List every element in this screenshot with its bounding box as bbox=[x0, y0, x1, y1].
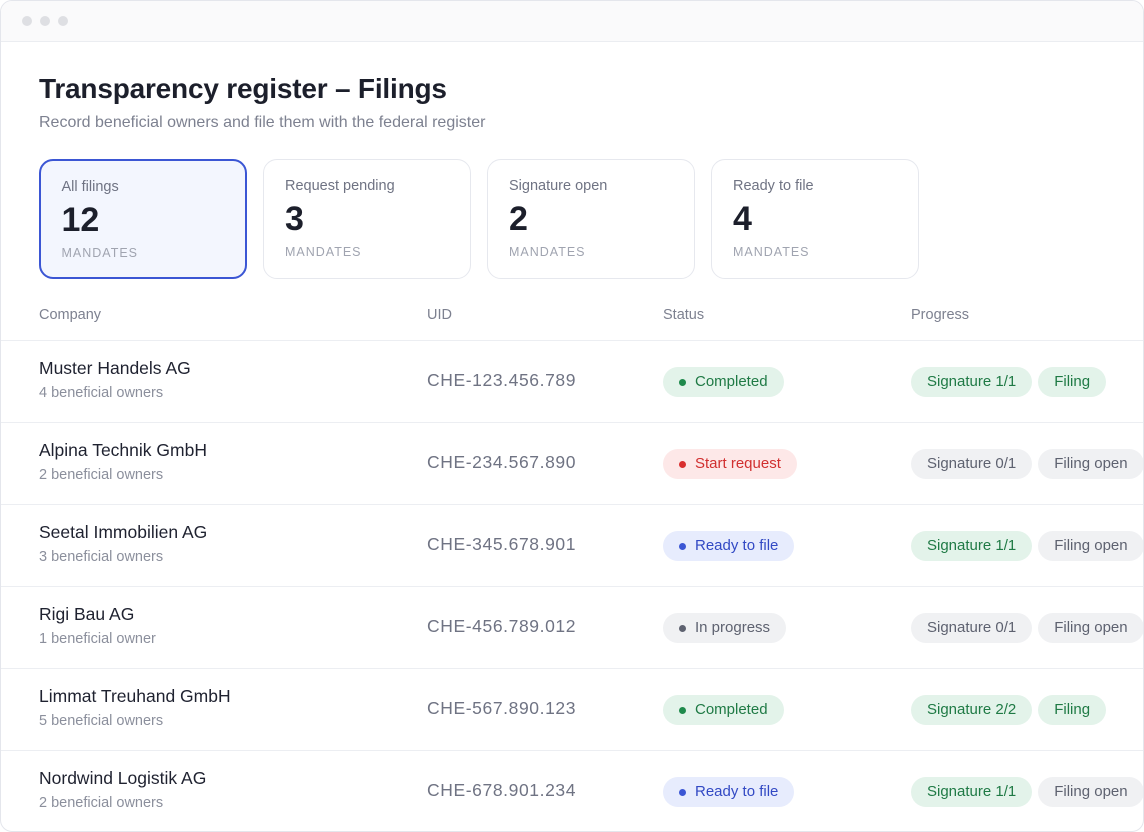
progress-steps: Signature 2/2 Filing bbox=[911, 695, 1112, 725]
beneficial-owners-count: 2 beneficial owners bbox=[39, 795, 164, 811]
filing-step-pill: Filing open bbox=[1038, 531, 1143, 561]
table-row[interactable]: Muster Handels AG 4 beneficial owners CHE-… bbox=[1, 341, 1143, 423]
card-label: Ready to file bbox=[733, 178, 814, 194]
window-minimize-dot[interactable] bbox=[40, 16, 50, 26]
status-badge[interactable]: Completed bbox=[663, 367, 784, 397]
column-header-uid[interactable]: UID bbox=[427, 307, 452, 323]
card-unit: MANDATES bbox=[285, 245, 362, 259]
status-dot-icon bbox=[679, 460, 686, 468]
card-label: Signature open bbox=[509, 178, 608, 194]
company-uid: CHE-345.678.901 bbox=[427, 534, 577, 554]
filter-card-all-filings[interactable]: All filings 12 MANDATES bbox=[39, 159, 247, 279]
status-label: Completed bbox=[695, 701, 768, 718]
company-name[interactable]: Nordwind Logistik AG bbox=[39, 768, 206, 789]
status-dot-icon bbox=[679, 378, 686, 386]
status-dot-icon bbox=[679, 542, 686, 550]
status-badge[interactable]: Ready to file bbox=[663, 531, 795, 561]
progress-steps: Signature 1/1 Filing open bbox=[911, 777, 1143, 807]
card-count: 12 bbox=[61, 201, 100, 239]
progress-steps: Signature 0/1 Filing open bbox=[911, 613, 1143, 643]
app-window: Transparency register – Filings Record b… bbox=[0, 0, 1144, 832]
beneficial-owners-count: 3 beneficial owners bbox=[39, 549, 164, 565]
table-row[interactable]: Limmat Treuhand GmbH 5 beneficial owners C… bbox=[1, 669, 1143, 751]
signature-step-pill: Signature 1/1 bbox=[911, 367, 1033, 397]
company-uid: CHE-234.567.890 bbox=[427, 452, 577, 472]
signature-step-pill: Signature 1/1 bbox=[911, 777, 1033, 807]
progress-steps: Signature 0/1 Filing open bbox=[911, 449, 1143, 479]
window-close-dot[interactable] bbox=[22, 16, 32, 26]
card-unit: MANDATES bbox=[61, 246, 139, 260]
column-header-company[interactable]: Company bbox=[39, 307, 101, 323]
table-header: Company UID Status Progress bbox=[1, 301, 1143, 341]
status-dot-icon bbox=[679, 706, 686, 714]
status-dot-icon bbox=[679, 788, 686, 796]
beneficial-owners-count: 4 beneficial owners bbox=[39, 385, 164, 401]
filter-card-signature-open[interactable]: Signature open 2 MANDATES bbox=[487, 159, 695, 279]
beneficial-owners-count: 2 beneficial owners bbox=[39, 467, 164, 483]
company-uid: CHE-567.890.123 bbox=[427, 698, 577, 718]
page-title: Transparency register – Filings bbox=[39, 73, 447, 104]
status-label: Ready to file bbox=[695, 537, 779, 554]
window-titlebar bbox=[1, 1, 1143, 42]
company-name[interactable]: Rigi Bau AG bbox=[39, 604, 134, 625]
signature-step-pill: Signature 0/1 bbox=[911, 613, 1033, 643]
column-header-progress[interactable]: Progress bbox=[911, 307, 969, 323]
status-dot-icon bbox=[679, 624, 686, 632]
card-unit: MANDATES bbox=[509, 245, 586, 259]
card-label: Request pending bbox=[285, 178, 395, 194]
status-label: In progress bbox=[695, 619, 771, 636]
page-subtitle: Record beneficial owners and file them w… bbox=[39, 114, 486, 131]
company-uid: CHE-123.456.789 bbox=[427, 370, 577, 390]
company-name[interactable]: Alpina Technik GmbH bbox=[39, 440, 207, 461]
status-label: Ready to file bbox=[695, 783, 779, 800]
signature-step-pill: Signature 2/2 bbox=[911, 695, 1033, 725]
card-count: 3 bbox=[285, 200, 304, 238]
filing-step-pill: Filing bbox=[1038, 367, 1107, 397]
company-name[interactable]: Seetal Immobilien AG bbox=[39, 522, 207, 543]
table-row[interactable]: Rigi Bau AG 1 beneficial owner CHE-456.789… bbox=[1, 587, 1143, 669]
company-uid: CHE-678.901.234 bbox=[427, 780, 577, 800]
filter-card-ready-to-file[interactable]: Ready to file 4 MANDATES bbox=[711, 159, 919, 279]
card-count: 4 bbox=[733, 200, 752, 238]
status-badge[interactable]: In progress bbox=[663, 613, 787, 643]
company-name[interactable]: Muster Handels AG bbox=[39, 358, 191, 379]
card-count: 2 bbox=[509, 200, 528, 238]
card-unit: MANDATES bbox=[733, 245, 810, 259]
column-header-status[interactable]: Status bbox=[663, 307, 704, 323]
table-row[interactable]: Nordwind Logistik AG 2 beneficial owners C… bbox=[1, 751, 1143, 831]
company-name[interactable]: Limmat Treuhand GmbH bbox=[39, 686, 231, 707]
signature-step-pill: Signature 1/1 bbox=[911, 531, 1033, 561]
beneficial-owners-count: 5 beneficial owners bbox=[39, 713, 164, 729]
status-label: Start request bbox=[695, 455, 781, 472]
status-badge[interactable]: Start request bbox=[663, 449, 797, 479]
progress-steps: Signature 1/1 Filing bbox=[911, 367, 1112, 397]
status-label: Completed bbox=[695, 373, 768, 390]
card-label: All filings bbox=[61, 179, 119, 195]
filing-step-pill: Filing open bbox=[1038, 777, 1143, 807]
table-row[interactable]: Alpina Technik GmbH 2 beneficial owners CH… bbox=[1, 423, 1143, 505]
filter-card-request-pending[interactable]: Request pending 3 MANDATES bbox=[263, 159, 471, 279]
filing-step-pill: Filing open bbox=[1038, 613, 1143, 643]
status-badge[interactable]: Ready to file bbox=[663, 777, 795, 807]
filing-step-pill: Filing bbox=[1038, 695, 1107, 725]
progress-steps: Signature 1/1 Filing open bbox=[911, 531, 1143, 561]
company-uid: CHE-456.789.012 bbox=[427, 616, 577, 636]
table-row[interactable]: Seetal Immobilien AG 3 beneficial owners C… bbox=[1, 505, 1143, 587]
filing-step-pill: Filing open bbox=[1038, 449, 1143, 479]
beneficial-owners-count: 1 beneficial owner bbox=[39, 631, 156, 647]
status-badge[interactable]: Completed bbox=[663, 695, 784, 725]
window-maximize-dot[interactable] bbox=[58, 16, 68, 26]
signature-step-pill: Signature 0/1 bbox=[911, 449, 1033, 479]
